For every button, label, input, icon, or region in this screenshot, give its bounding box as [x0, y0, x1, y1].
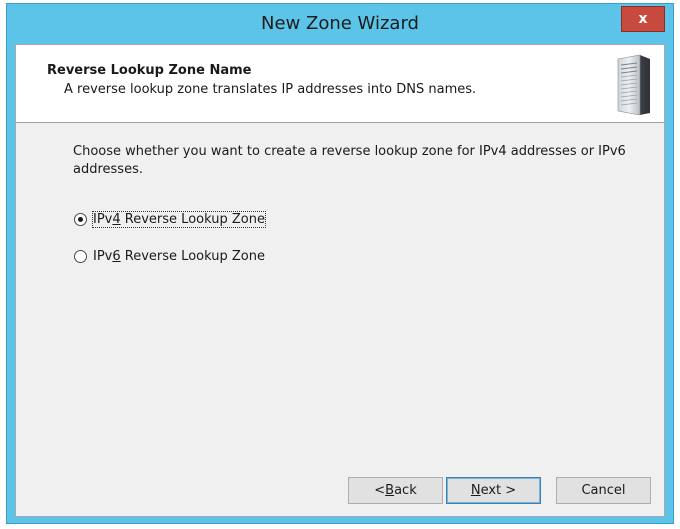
instruction-text: Choose whether you want to create a reve…: [73, 144, 626, 177]
page-subtitle: A reverse lookup zone translates IP addr…: [64, 82, 477, 97]
page-title: Reverse Lookup Zone Name: [47, 63, 252, 78]
close-button[interactable]: x: [621, 6, 665, 32]
wizard-header: Reverse Lookup Zone Name A reverse looku…: [16, 45, 664, 123]
radio-button-ipv6[interactable]: [74, 250, 87, 263]
wizard-client-area: Reverse Lookup Zone Name A reverse looku…: [15, 44, 665, 517]
wizard-window: New Zone Wizard x Reverse Lookup Zone Na…: [6, 3, 674, 524]
radio-ipv6-reverse-zone[interactable]: IPv6 Reverse Lookup Zone: [74, 249, 265, 264]
cancel-button[interactable]: Cancel: [556, 477, 651, 504]
server-icon: [617, 54, 650, 116]
radio-ipv4-reverse-zone[interactable]: IPv4 Reverse Lookup Zone: [74, 211, 266, 228]
next-button[interactable]: Next >: [446, 477, 541, 504]
radio-label-ipv6[interactable]: IPv6 Reverse Lookup Zone: [93, 249, 265, 264]
close-icon: x: [638, 11, 648, 27]
window-title: New Zone Wizard: [261, 13, 419, 34]
radio-label-ipv4[interactable]: IPv4 Reverse Lookup Zone: [92, 211, 266, 228]
radio-button-ipv4[interactable]: [74, 213, 87, 226]
title-bar[interactable]: New Zone Wizard x: [7, 4, 673, 44]
back-button[interactable]: < Back: [348, 477, 443, 504]
